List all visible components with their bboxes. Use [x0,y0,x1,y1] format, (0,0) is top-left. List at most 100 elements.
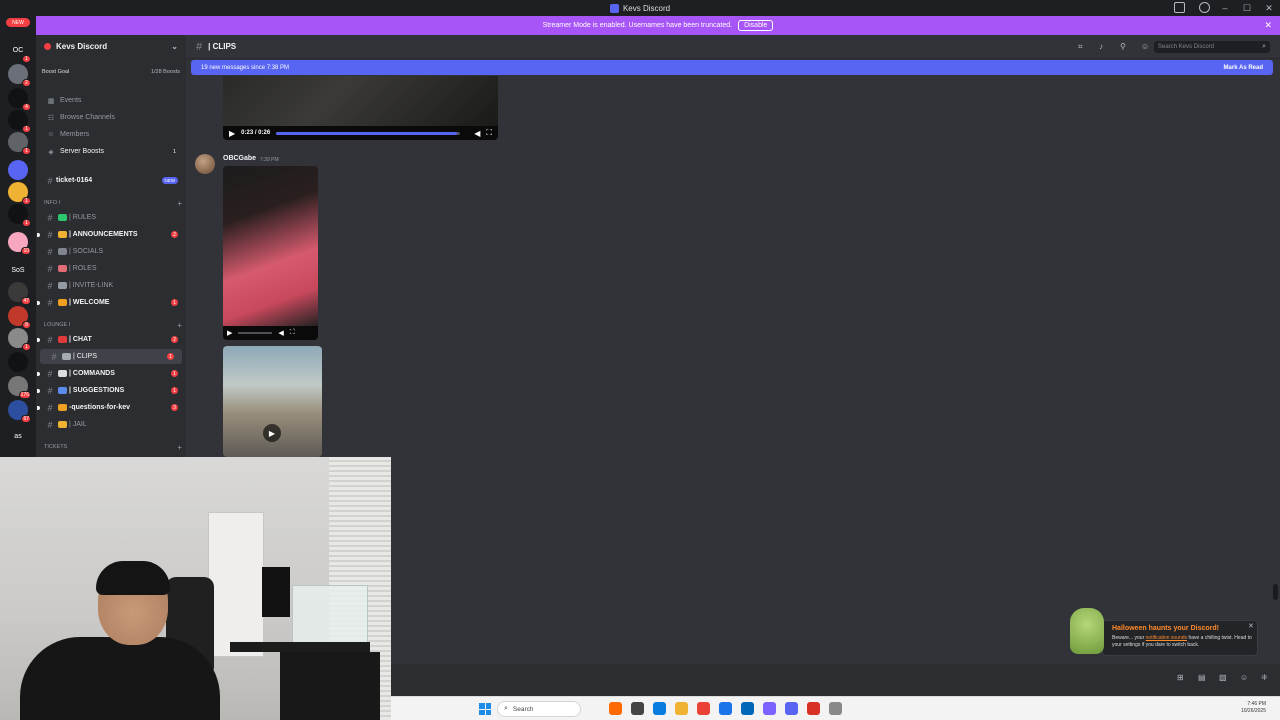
server-icon[interactable]: 1 [8,328,31,351]
fullscreen-icon[interactable]: ⛶ [290,329,295,337]
fullscreen-icon[interactable]: ⛶ [486,128,492,138]
boost-goal[interactable]: Boost Goal 1/28 Boosts [42,65,180,79]
server-icon[interactable]: 1 [8,182,31,205]
taskbar-app-icon[interactable] [785,702,798,715]
taskbar-app-icon[interactable] [763,702,776,715]
server-icon[interactable]: 47 [8,282,31,305]
minimize-icon[interactable]: – [1214,0,1236,16]
members-list-icon[interactable]: ☺ [1141,42,1150,51]
threads-icon[interactable]: ⌗ [1078,42,1087,51]
sidebar-item-events[interactable]: ▦ Events [36,93,186,108]
windows-start-icon[interactable] [479,703,491,715]
taskbar-app-icon[interactable] [609,702,622,715]
notification-sounds-link[interactable]: notification sounds [1146,635,1187,641]
message-author[interactable]: OBCGabe [223,155,256,162]
scrollbar-thumb[interactable] [1273,584,1278,600]
inbox-icon[interactable] [1174,2,1185,13]
gift-icon[interactable]: ⊞ [1177,673,1186,682]
close-toast-icon[interactable]: ✕ [1248,622,1254,630]
server-icon[interactable]: 1 [8,110,31,133]
sticker-icon[interactable]: ▧ [1219,673,1228,682]
channel-item[interactable]: # | INVITE-LINK [36,278,186,293]
help-icon[interactable] [1199,2,1210,13]
taskbar-app-icon[interactable] [631,702,644,715]
category-header[interactable]: INFO I + [44,198,182,208]
play-icon[interactable]: ▶ [227,329,232,337]
sidebar-item-browse-channels[interactable]: ☷ Browse Channels [36,110,186,125]
channel-item[interactable]: # | JAIL [36,417,186,432]
sidebar-item-server-boosts[interactable]: ◈ Server Boosts 1 [36,144,186,159]
channel-item[interactable]: # | ROLES [36,261,186,276]
disable-streamer-mode-button[interactable]: Disable [738,20,774,31]
channel-item[interactable]: # | CHAT 2 [36,332,186,347]
volume-icon[interactable]: ◀ [278,329,283,337]
chevron-down-icon[interactable]: ⌄ [171,42,178,51]
taskbar-app-icon[interactable] [741,702,754,715]
channel-item[interactable]: # | SUGGESTIONS 1 [36,383,186,398]
emoji-icon[interactable]: ☺ [1240,673,1249,682]
channel-item[interactable]: # | COMMANDS 1 [36,366,186,381]
video-attachment[interactable]: ▶ [223,346,322,457]
pin-icon[interactable]: ⚲ [1120,42,1129,51]
server-icon[interactable]: OC 1 [8,40,31,63]
search-input[interactable]: Search Kevs Discord ⌕ [1154,41,1270,53]
add-channel-icon[interactable]: + [177,199,182,208]
server-icon[interactable]: 8 [8,306,31,329]
channel-item[interactable]: # | ANNOUNCEMENTS 2 [36,227,186,242]
server-mention-badge: 176 [18,391,31,399]
channel-label: | CHAT [69,336,92,343]
channel-ticket-0164[interactable]: # ticket-0164 NEW [36,173,186,188]
server-header[interactable]: Kevs Discord ⌄ [36,35,186,57]
new-messages-bar[interactable]: 19 new messages since 7:38 PM Mark As Re… [191,60,1273,75]
close-window-icon[interactable]: ✕ [1258,0,1280,16]
video-progress-track[interactable] [238,332,273,334]
channel-item[interactable]: # | WELCOME 1 [36,295,186,310]
server-icon[interactable]: 176 [8,376,31,399]
play-icon[interactable]: ▶ [229,129,235,138]
gif-icon[interactable]: ▤ [1198,673,1207,682]
channel-item[interactable]: # | RULES [36,210,186,225]
mark-as-read-button[interactable]: Mark As Read [1224,65,1263,71]
server-icon[interactable]: 4 [8,88,31,111]
server-icon[interactable]: SoS [8,260,28,280]
halloween-toast[interactable]: Halloween haunts your Discord! Beware...… [1066,608,1258,656]
channel-item[interactable]: # -questions-for-kev 3 [36,400,186,415]
taskbar-search[interactable]: ⌕ Search [497,701,581,717]
server-icon[interactable]: as [8,426,28,446]
apps-icon[interactable]: ⁜ [1261,673,1270,682]
server-icon[interactable]: 1 [8,204,31,227]
close-banner-icon[interactable]: ✕ [1264,20,1272,31]
new-servers-pill[interactable]: NEW [6,18,30,27]
taskbar-app-icon[interactable] [807,702,820,715]
volume-icon[interactable]: ◀ [474,129,480,138]
channel-label: | WELCOME [69,299,110,306]
sidebar-item-members[interactable]: ☺ Members [36,127,186,142]
channel-item[interactable]: # | SOCIALS [36,244,186,259]
server-icon[interactable]: 1 [8,132,31,155]
server-icon[interactable]: 67 [8,400,31,423]
add-channel-icon[interactable]: + [177,321,182,330]
unread-badge: 1 [173,148,176,155]
video-attachment[interactable]: ▶ ◀ ⛶ [223,166,318,340]
taskbar-app-icon[interactable] [653,702,666,715]
server-icon[interactable]: 10 [8,232,31,255]
server-icon[interactable] [8,160,28,180]
maximize-icon[interactable]: ☐ [1236,0,1258,16]
notification-bell-icon[interactable]: ♪ [1099,42,1108,51]
taskbar-app-icon[interactable] [675,702,688,715]
video-progress-track[interactable] [276,131,461,135]
add-channel-icon[interactable]: + [177,443,182,452]
hash-icon: # [51,351,57,362]
taskbar-app-icon[interactable] [697,702,710,715]
channel-item[interactable]: # | CLIPS 1 [40,349,182,364]
taskbar-app-icon[interactable] [829,702,842,715]
category-header[interactable]: LOUNGE I + [44,320,182,330]
category-header[interactable]: Tickets + [44,442,182,452]
server-icon[interactable]: 2 [8,64,31,87]
taskbar-clock[interactable]: 7:46 PM 10/26/2025 [1241,701,1266,715]
server-icon[interactable] [8,352,28,372]
play-icon[interactable]: ▶ [263,424,281,442]
taskbar-app-icon[interactable] [719,702,732,715]
avatar[interactable] [195,154,215,174]
video-attachment[interactable]: ▶ 0:23 / 0:26 ◀ ⛶ [223,76,498,140]
